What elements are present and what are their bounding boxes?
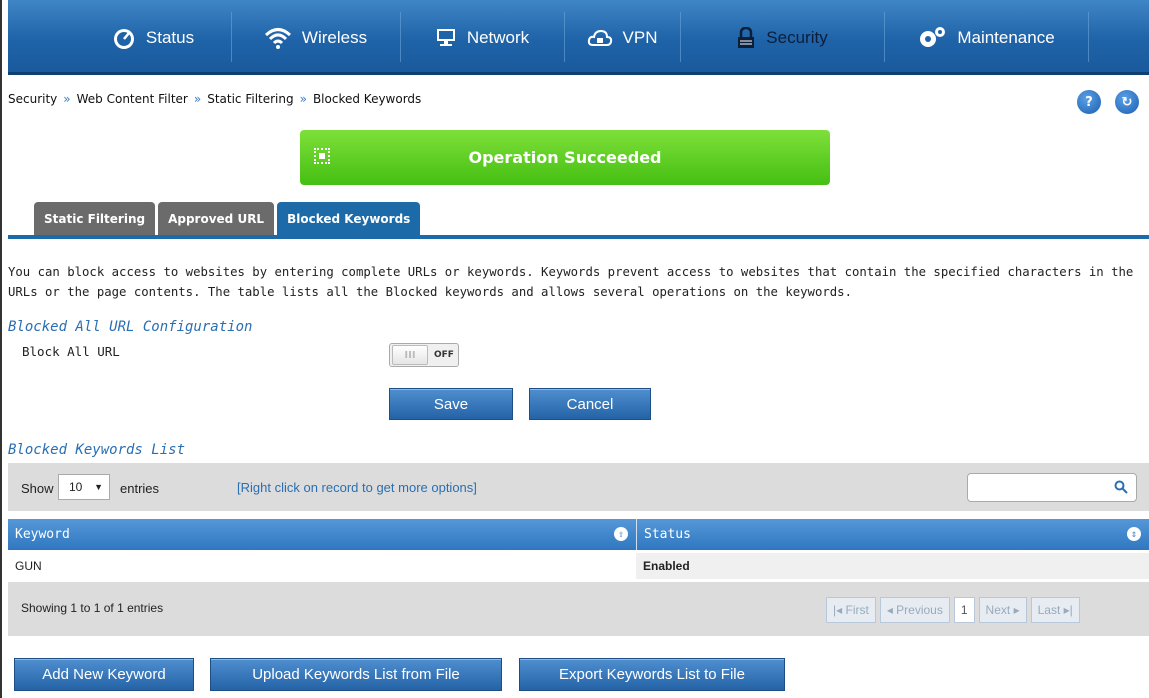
sort-both-icon[interactable]: ⇕	[1127, 527, 1141, 541]
export-keywords-button[interactable]: Export Keywords List to File	[519, 658, 785, 691]
config-section-title: Blocked All URL Configuration	[8, 319, 253, 335]
first-icon: |◂	[833, 603, 846, 617]
nav-vpn-label: VPN	[622, 27, 658, 47]
breadcrumb-item-current: Blocked Keywords	[312, 92, 422, 106]
save-button[interactable]: Save	[389, 388, 513, 420]
breadcrumb-item[interactable]: Web Content Filter	[77, 92, 188, 106]
upload-keywords-button[interactable]: Upload Keywords List from File	[210, 658, 502, 691]
breadcrumb-separator: »	[63, 92, 71, 106]
nav-divider	[1088, 12, 1089, 62]
nav-wireless-label: Wireless	[301, 27, 368, 47]
pagination: |◂ First ◂ Previous 1 Next ▸ Last ▸|	[826, 597, 1080, 623]
last-page-button[interactable]: Last ▸|	[1030, 597, 1080, 623]
nav-security[interactable]: Security	[682, 0, 882, 75]
column-keyword[interactable]: Keyword ⇧	[8, 519, 636, 550]
block-all-url-label: Block All URL	[22, 344, 120, 359]
showing-entries: Showing 1 to 1 of 1 entries	[21, 601, 164, 615]
nav-divider	[564, 12, 565, 62]
context-menu-hint: [Right click on record to get more optio…	[237, 480, 477, 495]
refresh-icon[interactable]: ↻	[1115, 90, 1139, 114]
column-status[interactable]: Status ⇕	[636, 519, 1149, 550]
page-size-select[interactable]: 10 ▼	[58, 474, 110, 500]
next-page-button[interactable]: Next ▸	[978, 597, 1027, 623]
nav-security-label: Security	[766, 27, 828, 47]
column-keyword-label: Keyword	[15, 527, 70, 542]
page-description: You can block access to websites by ente…	[8, 265, 1134, 299]
banner-text: Operation Succeeded	[468, 148, 662, 167]
nav-divider	[231, 12, 232, 62]
success-banner: Operation Succeeded	[300, 130, 830, 185]
tab-underline	[8, 235, 1149, 239]
wifi-icon	[264, 26, 292, 50]
success-icon	[314, 148, 330, 164]
sort-asc-icon[interactable]: ⇧	[614, 527, 628, 541]
block-all-url-toggle[interactable]: III OFF	[389, 343, 459, 367]
help-icon[interactable]: ?	[1077, 90, 1101, 114]
nav-vpn[interactable]: VPN	[566, 0, 678, 75]
breadcrumb: Security » Web Content Filter » Static Filte…	[8, 92, 421, 106]
nav-divider	[680, 12, 681, 62]
cell-keyword: GUN	[8, 553, 636, 579]
table-header: Keyword ⇧ Status ⇕	[8, 519, 1149, 550]
breadcrumb-separator: »	[299, 92, 307, 106]
tab-approved-url[interactable]: Approved URL	[158, 202, 275, 235]
left-border	[0, 0, 2, 698]
tab-bar: Static Filtering Approved URL Blocked Ke…	[34, 202, 421, 235]
nav-network[interactable]: Network	[402, 0, 562, 75]
search-icon[interactable]	[1114, 480, 1128, 498]
next-label: Next	[985, 603, 1011, 617]
monitor-icon	[435, 28, 457, 48]
add-keyword-button[interactable]: Add New Keyword	[14, 658, 194, 691]
tab-blocked-keywords[interactable]: Blocked Keywords	[277, 202, 421, 235]
nav-divider	[884, 12, 885, 62]
nav-network-label: Network	[466, 27, 530, 47]
gears-icon	[917, 26, 947, 50]
toggle-knob: III	[392, 345, 428, 365]
cell-status: Enabled	[636, 553, 1149, 579]
current-page[interactable]: 1	[953, 597, 975, 623]
last-icon: ▸|	[1060, 603, 1073, 617]
next-icon: ▸	[1010, 603, 1020, 617]
top-nav: Status Wireless Network VPN Security Mai…	[8, 0, 1149, 75]
nav-maintenance[interactable]: Maintenance	[886, 0, 1086, 75]
entries-label: entries	[120, 481, 160, 496]
chevron-down-icon: ▼	[94, 482, 103, 492]
toggle-state: OFF	[434, 350, 454, 360]
gauge-icon	[112, 27, 136, 49]
breadcrumb-item[interactable]: Security	[8, 92, 57, 106]
tab-static-filtering[interactable]: Static Filtering	[34, 202, 156, 235]
show-label: Show	[21, 481, 54, 496]
nav-status[interactable]: Status	[78, 0, 228, 75]
lock-icon	[736, 26, 756, 49]
breadcrumb-separator: »	[193, 92, 202, 106]
previous-label: Previous	[896, 603, 943, 617]
previous-icon: ◂	[886, 603, 897, 617]
nav-wireless[interactable]: Wireless	[233, 0, 398, 75]
nav-status-label: Status	[145, 27, 195, 47]
column-status-label: Status	[644, 527, 691, 542]
last-label: Last	[1037, 603, 1061, 617]
list-section-title: Blocked Keywords List	[8, 442, 186, 458]
previous-page-button[interactable]: ◂ Previous	[879, 597, 950, 623]
table-row[interactable]: GUN Enabled	[8, 553, 1149, 579]
cloud-lock-icon	[587, 28, 613, 48]
nav-maintenance-label: Maintenance	[957, 27, 1055, 47]
search-input[interactable]	[967, 473, 1137, 502]
page-size-value: 10	[69, 480, 83, 494]
first-label: First	[845, 603, 869, 617]
breadcrumb-item[interactable]: Static Filtering	[207, 92, 293, 106]
nav-divider	[400, 12, 401, 62]
cancel-button[interactable]: Cancel	[529, 388, 651, 420]
first-page-button[interactable]: |◂ First	[826, 597, 876, 623]
